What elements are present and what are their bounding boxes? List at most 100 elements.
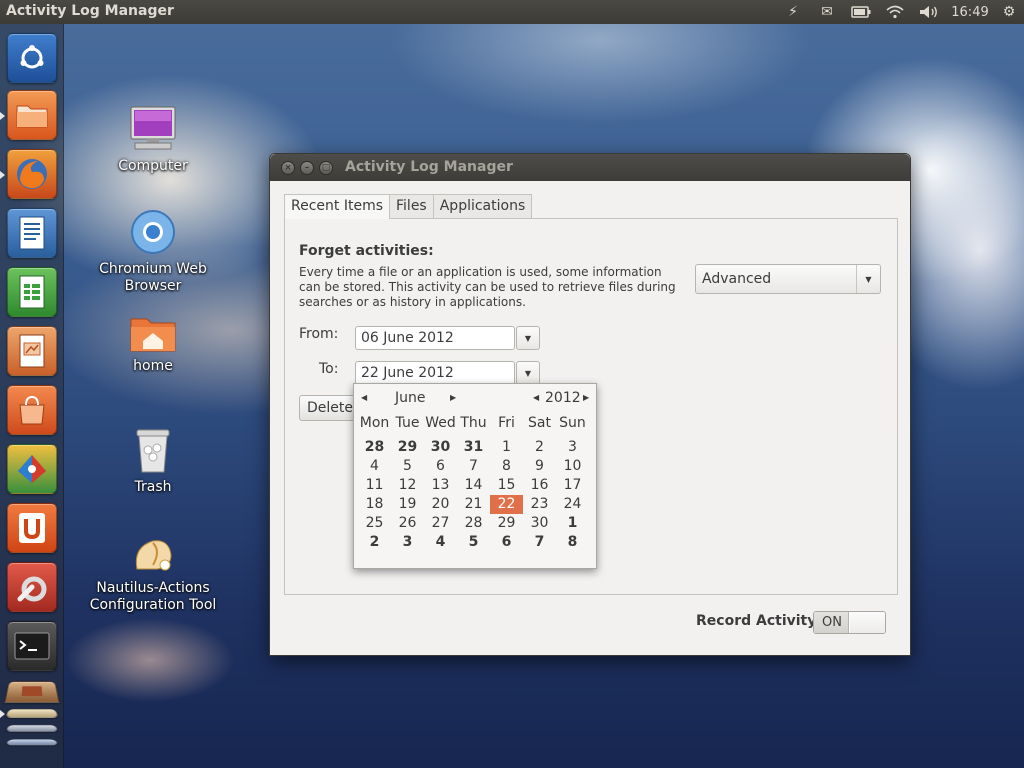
calendar-day[interactable]: 30 bbox=[523, 514, 556, 533]
power-icon[interactable]: ⚡ bbox=[776, 0, 810, 24]
calendar-day[interactable]: 10 bbox=[556, 457, 589, 476]
calendar-day[interactable]: 11 bbox=[358, 476, 391, 495]
mode-combo[interactable]: Advanced ▼ bbox=[695, 264, 881, 294]
calendar-day[interactable]: 4 bbox=[358, 457, 391, 476]
weekday-header: Mon bbox=[359, 415, 390, 431]
calendar-day[interactable]: 8 bbox=[556, 533, 589, 552]
calendar-day[interactable]: 5 bbox=[391, 457, 424, 476]
stacked-launcher-item[interactable] bbox=[4, 724, 60, 732]
calendar-day[interactable]: 24 bbox=[556, 495, 589, 514]
wifi-icon[interactable] bbox=[878, 0, 912, 24]
calc-launcher[interactable] bbox=[7, 267, 57, 317]
next-month-icon[interactable]: ▶ bbox=[450, 393, 456, 402]
calendar-day[interactable]: 28 bbox=[457, 514, 490, 533]
stacked-launcher-item[interactable] bbox=[4, 708, 60, 718]
calendar-day[interactable]: 29 bbox=[391, 438, 424, 457]
calendar-day[interactable]: 2 bbox=[523, 438, 556, 457]
dash-home-button[interactable] bbox=[7, 33, 57, 83]
clock[interactable]: 16:49 bbox=[946, 0, 994, 24]
calendar-day[interactable]: 26 bbox=[391, 514, 424, 533]
desktop-icon-home[interactable]: home bbox=[83, 312, 223, 375]
calendar-day[interactable]: 3 bbox=[391, 533, 424, 552]
calendar-day[interactable]: 21 bbox=[457, 495, 490, 514]
window-titlebar[interactable]: × – □ Activity Log Manager bbox=[270, 154, 910, 181]
next-year-icon[interactable]: ▶ bbox=[583, 393, 589, 402]
desktop-icon-nautilus-actions[interactable]: Nautilus-Actions Configuration Tool bbox=[83, 534, 223, 614]
writer-launcher[interactable] bbox=[7, 208, 57, 258]
calendar-day[interactable]: 28 bbox=[358, 438, 391, 457]
switch-knob[interactable] bbox=[850, 612, 885, 633]
desktop-icon-chromium[interactable]: Chromium Web Browser bbox=[83, 207, 223, 295]
tab-applications[interactable]: Applications bbox=[432, 194, 533, 218]
stacked-launcher-item[interactable] bbox=[4, 739, 60, 746]
desktop-icon-trash[interactable]: Trash bbox=[83, 425, 223, 496]
calendar-day[interactable]: 13 bbox=[424, 476, 457, 495]
software-center-launcher[interactable] bbox=[7, 385, 57, 435]
calendar-day[interactable]: 20 bbox=[424, 495, 457, 514]
calendar-day[interactable]: 27 bbox=[424, 514, 457, 533]
calendar-day[interactable]: 19 bbox=[391, 495, 424, 514]
close-icon[interactable]: × bbox=[281, 161, 295, 175]
to-date-field[interactable]: 22 June 2012 bbox=[355, 361, 515, 385]
calendar-popup: ◀ June ▶ ◀ 2012 ▶ Mon Tue Wed Thu Fri Sat Sun 2… bbox=[353, 383, 597, 569]
terminal-launcher[interactable] bbox=[7, 621, 57, 671]
running-indicator bbox=[0, 112, 5, 120]
weekday-header: Sat bbox=[528, 415, 551, 431]
home-folder-icon bbox=[129, 312, 177, 354]
minimize-icon[interactable]: – bbox=[300, 161, 314, 175]
calendar-day[interactable]: 1 bbox=[556, 514, 589, 533]
calendar-day[interactable]: 18 bbox=[358, 495, 391, 514]
calendar-day[interactable]: 30 bbox=[424, 438, 457, 457]
weekday-header: Thu bbox=[460, 415, 487, 431]
calendar-day[interactable]: 8 bbox=[490, 457, 523, 476]
prev-year-icon[interactable]: ◀ bbox=[533, 393, 539, 402]
calendar-day[interactable]: 23 bbox=[523, 495, 556, 514]
system-settings-launcher[interactable] bbox=[7, 562, 57, 612]
ubuntu-logo-icon bbox=[20, 45, 44, 69]
switch-state: ON bbox=[814, 612, 849, 633]
calendar-day[interactable]: 14 bbox=[457, 476, 490, 495]
from-date-field[interactable]: 06 June 2012 bbox=[355, 326, 515, 350]
calendar-day[interactable]: 2 bbox=[358, 533, 391, 552]
calendar-day[interactable]: 1 bbox=[490, 438, 523, 457]
calendar-day[interactable]: 31 bbox=[457, 438, 490, 457]
gear-icon[interactable]: ⚙ bbox=[994, 0, 1024, 24]
app-launcher[interactable] bbox=[7, 444, 57, 494]
spreadsheet-icon bbox=[19, 275, 45, 309]
calendar-day[interactable]: 9 bbox=[523, 457, 556, 476]
calendar-day[interactable]: 7 bbox=[523, 533, 556, 552]
mail-icon[interactable]: ✉ bbox=[810, 0, 844, 24]
calendar-day-selected[interactable]: 22 bbox=[490, 495, 523, 514]
tab-recent-items[interactable]: Recent Items bbox=[284, 194, 390, 219]
maximize-icon[interactable]: □ bbox=[319, 161, 333, 175]
top-panel: Activity Log Manager ⚡ ✉ 16:49 ⚙ bbox=[0, 0, 1024, 24]
ubuntu-one-launcher[interactable] bbox=[7, 503, 57, 553]
prev-month-icon[interactable]: ◀ bbox=[361, 393, 367, 402]
calendar-day[interactable]: 15 bbox=[490, 476, 523, 495]
calendar-day[interactable]: 25 bbox=[358, 514, 391, 533]
desktop-icon-computer[interactable]: Computer bbox=[83, 104, 223, 175]
to-date-dropdown[interactable]: ▼ bbox=[516, 361, 540, 385]
calendar-day[interactable]: 29 bbox=[490, 514, 523, 533]
stacked-launcher-item[interactable] bbox=[4, 681, 60, 703]
desktop-icon-label: Trash bbox=[134, 479, 172, 495]
calendar-day[interactable]: 5 bbox=[457, 533, 490, 552]
files-launcher[interactable] bbox=[7, 90, 57, 140]
volume-icon[interactable] bbox=[912, 0, 946, 24]
firefox-launcher[interactable] bbox=[7, 149, 57, 199]
record-activity-switch[interactable]: ON bbox=[813, 611, 886, 634]
calendar-day[interactable]: 3 bbox=[556, 438, 589, 457]
from-date-dropdown[interactable]: ▼ bbox=[516, 326, 540, 350]
calendar-day[interactable]: 4 bbox=[424, 533, 457, 552]
calendar-day[interactable]: 17 bbox=[556, 476, 589, 495]
wrench-icon bbox=[17, 576, 47, 602]
battery-icon[interactable] bbox=[844, 0, 878, 24]
calendar-day[interactable]: 7 bbox=[457, 457, 490, 476]
tab-files[interactable]: Files bbox=[389, 194, 434, 218]
calendar-day[interactable]: 12 bbox=[391, 476, 424, 495]
firefox-icon bbox=[17, 159, 47, 189]
impress-launcher[interactable] bbox=[7, 326, 57, 376]
calendar-day[interactable]: 6 bbox=[490, 533, 523, 552]
calendar-day[interactable]: 16 bbox=[523, 476, 556, 495]
calendar-day[interactable]: 6 bbox=[424, 457, 457, 476]
